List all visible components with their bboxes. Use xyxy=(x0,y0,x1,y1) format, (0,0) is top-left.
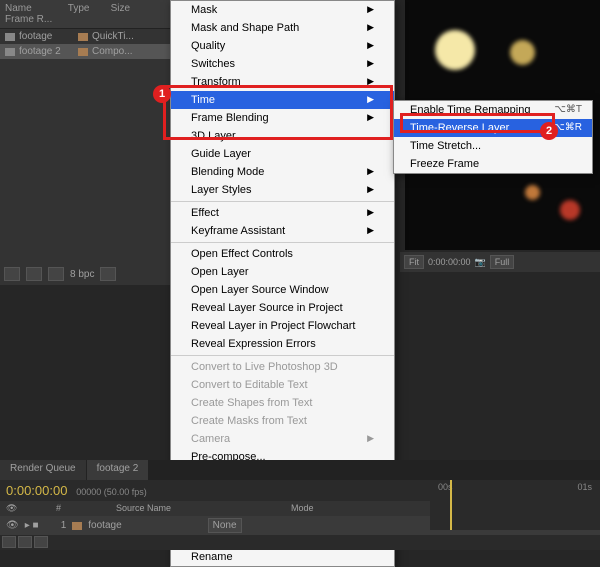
menu-create-masks-text: Create Masks from Text xyxy=(171,412,394,430)
bokeh-light xyxy=(560,200,580,220)
timecode-display[interactable]: 0:00:00:00 xyxy=(428,257,471,267)
menu-camera: Camera▶ xyxy=(171,430,394,448)
menu-rename[interactable]: Rename xyxy=(171,548,394,566)
type-icon xyxy=(78,48,88,56)
chevron-right-icon: ▶ xyxy=(367,40,374,52)
tab-footage-2[interactable]: footage 2 xyxy=(87,460,150,480)
chevron-right-icon: ▶ xyxy=(367,433,374,445)
playhead[interactable] xyxy=(450,480,452,530)
annotation-box-2 xyxy=(400,113,555,133)
menu-open-layer-source-window[interactable]: Open Layer Source Window xyxy=(171,281,394,299)
menu-convert-editable-text: Convert to Editable Text xyxy=(171,376,394,394)
blend-mode-dropdown[interactable]: None xyxy=(208,518,242,533)
menu-switches[interactable]: Switches▶ xyxy=(171,55,394,73)
submenu-time-stretch[interactable]: Time Stretch... xyxy=(394,137,592,155)
footage-icon xyxy=(5,33,15,41)
chevron-right-icon: ▶ xyxy=(367,22,374,34)
timeline-ruler[interactable]: 00s 01s xyxy=(430,480,600,530)
menu-reveal-layer-source[interactable]: Reveal Layer Source in Project xyxy=(171,299,394,317)
annotation-number-1: 1 xyxy=(153,85,171,103)
project-column-header: Name Type Size Frame R... xyxy=(0,0,170,29)
toggle-brackets[interactable] xyxy=(34,536,48,548)
comp-icon xyxy=(5,48,15,56)
item-type: QuickTi... xyxy=(92,31,134,42)
toggle-modes[interactable] xyxy=(18,536,32,548)
menu-blending-mode[interactable]: Blending Mode▶ xyxy=(171,163,394,181)
interpret-button[interactable] xyxy=(4,267,20,281)
col-framerate[interactable]: Frame R... xyxy=(5,14,52,25)
col-name[interactable]: Name xyxy=(5,3,65,14)
bokeh-light xyxy=(435,30,475,70)
chevron-right-icon: ▶ xyxy=(367,4,374,16)
menu-mask-shape-path[interactable]: Mask and Shape Path▶ xyxy=(171,19,394,37)
time-submenu: Enable Time Remapping⌥⌘T Time-Reverse La… xyxy=(393,100,593,174)
camera-icon[interactable]: 📷 xyxy=(475,257,486,268)
layer-icon xyxy=(72,522,82,530)
fit-dropdown[interactable]: Fit xyxy=(404,255,424,269)
timeline-panel: Render Queue footage 2 0:00:00:00 00000 … xyxy=(0,460,600,550)
chevron-right-icon: ▶ xyxy=(367,166,374,178)
visibility-icons: 👁 xyxy=(6,503,36,514)
submenu-freeze-frame[interactable]: Freeze Frame xyxy=(394,155,592,173)
annotation-box-1 xyxy=(163,85,393,140)
chevron-right-icon: ▶ xyxy=(367,225,374,237)
comp-button[interactable] xyxy=(48,267,64,281)
item-name: footage xyxy=(19,31,74,42)
layer-name: footage xyxy=(88,520,121,531)
shortcut-label: ⌥⌘T xyxy=(554,104,582,116)
layer-number: 1 xyxy=(61,520,67,531)
menu-create-shapes-text: Create Shapes from Text xyxy=(171,394,394,412)
col-mode[interactable]: Mode xyxy=(291,503,314,514)
bpc-label[interactable]: 8 bpc xyxy=(70,269,94,280)
project-item[interactable]: footage QuickTi... xyxy=(0,29,170,44)
chevron-right-icon: ▶ xyxy=(367,184,374,196)
bokeh-light xyxy=(525,185,540,200)
col-size[interactable]: Size xyxy=(111,3,141,14)
ruler-mark: 01s xyxy=(577,482,592,492)
toggle-switches[interactable] xyxy=(2,536,16,548)
delete-button[interactable] xyxy=(100,267,116,281)
type-icon xyxy=(78,33,88,41)
menu-open-layer[interactable]: Open Layer xyxy=(171,263,394,281)
project-footer: 8 bpc xyxy=(0,263,120,285)
item-type: Compo... xyxy=(92,46,133,57)
eye-icon[interactable]: 👁 xyxy=(6,520,19,531)
folder-button[interactable] xyxy=(26,267,42,281)
project-item-selected[interactable]: footage 2 Compo... xyxy=(0,44,170,59)
menu-reveal-expression-errors[interactable]: Reveal Expression Errors xyxy=(171,335,394,353)
menu-quality[interactable]: Quality▶ xyxy=(171,37,394,55)
preview-controls: Fit 0:00:00:00 📷 Full xyxy=(400,252,600,272)
quality-dropdown[interactable]: Full xyxy=(490,255,515,269)
menu-reveal-layer-flowchart[interactable]: Reveal Layer in Project Flowchart xyxy=(171,317,394,335)
menu-separator xyxy=(171,242,394,243)
bokeh-light xyxy=(510,40,535,65)
timeline-toggle-buttons xyxy=(2,536,48,548)
menu-keyframe-assistant[interactable]: Keyframe Assistant▶ xyxy=(171,222,394,240)
chevron-right-icon: ▶ xyxy=(367,58,374,70)
item-name: footage 2 xyxy=(19,46,74,57)
menu-mask[interactable]: Mask▶ xyxy=(171,1,394,19)
menu-separator xyxy=(171,355,394,356)
menu-effect[interactable]: Effect▶ xyxy=(171,204,394,222)
col-source[interactable]: Source Name xyxy=(116,503,171,514)
menu-separator xyxy=(171,201,394,202)
menu-layer-styles[interactable]: Layer Styles▶ xyxy=(171,181,394,199)
timeline-tabs: Render Queue footage 2 xyxy=(0,460,600,480)
menu-guide-layer[interactable]: Guide Layer xyxy=(171,145,394,163)
col-type[interactable]: Type xyxy=(68,3,108,14)
menu-convert-photoshop-3d: Convert to Live Photoshop 3D xyxy=(171,358,394,376)
annotation-number-2: 2 xyxy=(540,122,558,140)
chevron-right-icon: ▶ xyxy=(367,207,374,219)
menu-open-effect-controls[interactable]: Open Effect Controls xyxy=(171,245,394,263)
project-panel: Name Type Size Frame R... footage QuickT… xyxy=(0,0,170,285)
tab-render-queue[interactable]: Render Queue xyxy=(0,460,87,480)
